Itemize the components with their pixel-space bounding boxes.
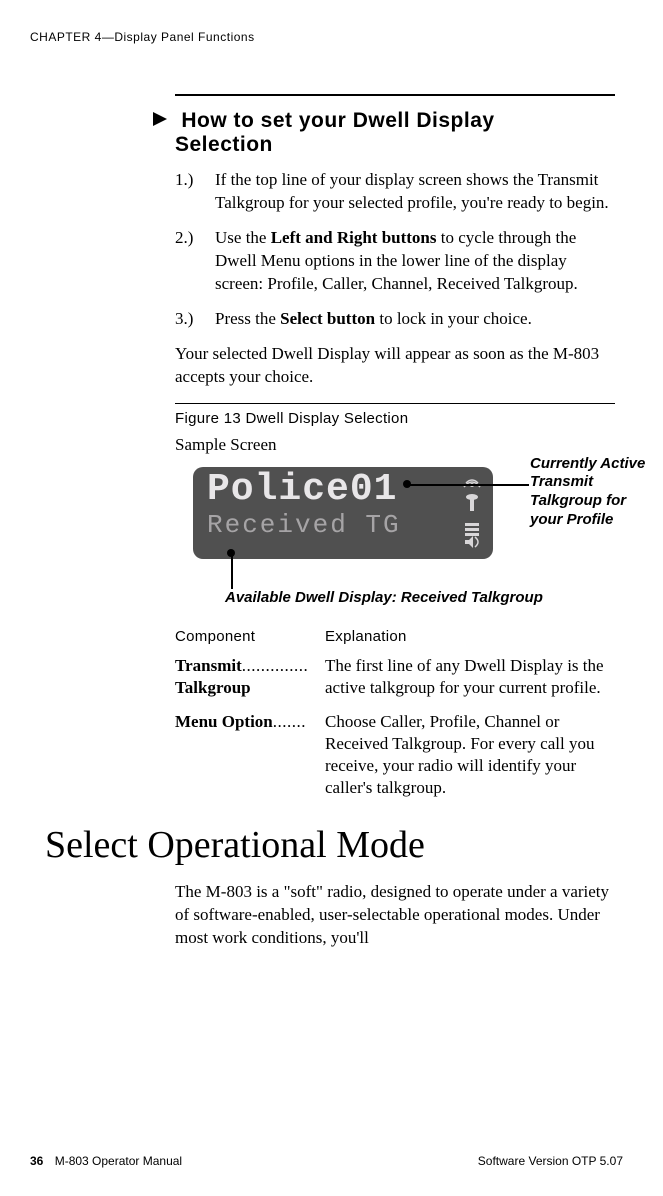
step-3: 3.) Press the Select button to lock in y… [175,308,615,331]
callout-line [407,484,529,486]
step-number: 1.) [175,169,193,192]
sample-screen-label: Sample Screen [175,435,615,455]
lcd-status-icons [461,477,483,549]
body-paragraph: The M-803 is a "soft" radio, designed to… [175,881,615,950]
chapter-line: CHAPTER 4—Display Panel Functions [30,30,255,44]
annotation-bottom: Available Dwell Display: Received Talkgr… [225,589,543,606]
component-name: Talkgroup [175,678,251,697]
section-title-line1: How to set your Dwell Display [181,109,494,132]
section-divider [175,94,615,96]
manual-name: M-803 Operator Manual [55,1154,182,1168]
component-name: Menu Option [175,712,273,731]
triangle-right-icon [153,108,167,132]
footer-right: Software Version OTP 5.07 [478,1154,623,1168]
step-2: 2.) Use the Left and Right buttons to cy… [175,227,615,296]
section-title-line2: Selection [175,133,273,156]
step-bold: Select button [280,309,375,328]
step-text-pre: Use the [215,228,271,247]
step-text-pre: Press the [215,309,280,328]
step-1: 1.) If the top line of your display scre… [175,169,615,215]
leader-dots: ....... [273,712,306,731]
table-cell-component: Transmit.............. Talkgroup [175,655,325,699]
step-text-post: to lock in your choice. [375,309,532,328]
step-bold: Left and Right buttons [271,228,437,247]
lcd-line1: Police01 [207,471,483,509]
page-header: CHAPTER 4—Display Panel Functions [30,30,623,44]
table-row: Menu Option....... Choose Caller, Profil… [175,711,615,799]
page-footer: 36 M-803 Operator Manual Software Versio… [30,1154,623,1168]
table-head-explanation: Explanation [325,628,615,645]
table-row: Transmit.............. Talkgroup The fir… [175,655,615,699]
step-number: 3.) [175,308,193,331]
component-name: Transmit [175,656,242,675]
table-cell-explanation: Choose Caller, Profile, Channel or Recei… [325,711,615,799]
section-title: How to set your Dwell Display Selection [175,108,615,157]
table-cell-explanation: The first line of any Dwell Display is t… [325,655,615,699]
callout-line [231,553,233,589]
table-cell-component: Menu Option....... [175,711,325,799]
leader-dots: .............. [242,656,309,675]
figure-title: Figure 13 Dwell Display Selection [175,403,615,427]
step-text: If the top line of your display screen s… [215,170,609,212]
step-number: 2.) [175,227,193,250]
section-heading: Select Operational Mode [45,823,615,867]
confirm-paragraph: Your selected Dwell Display will appear … [175,343,615,389]
annotation-right: Currently Active Transmit Talkgroup for … [530,455,660,530]
page-number: 36 [30,1154,43,1168]
steps-list: 1.) If the top line of your display scre… [175,169,615,331]
lcd-line2: Received TG [207,511,483,540]
component-table-header: Component Explanation [175,628,615,645]
footer-left: 36 M-803 Operator Manual [30,1154,182,1168]
figure-wrap: Police01 Received TG [175,461,615,616]
table-head-component: Component [175,628,325,645]
lcd-screen: Police01 Received TG [193,467,493,559]
